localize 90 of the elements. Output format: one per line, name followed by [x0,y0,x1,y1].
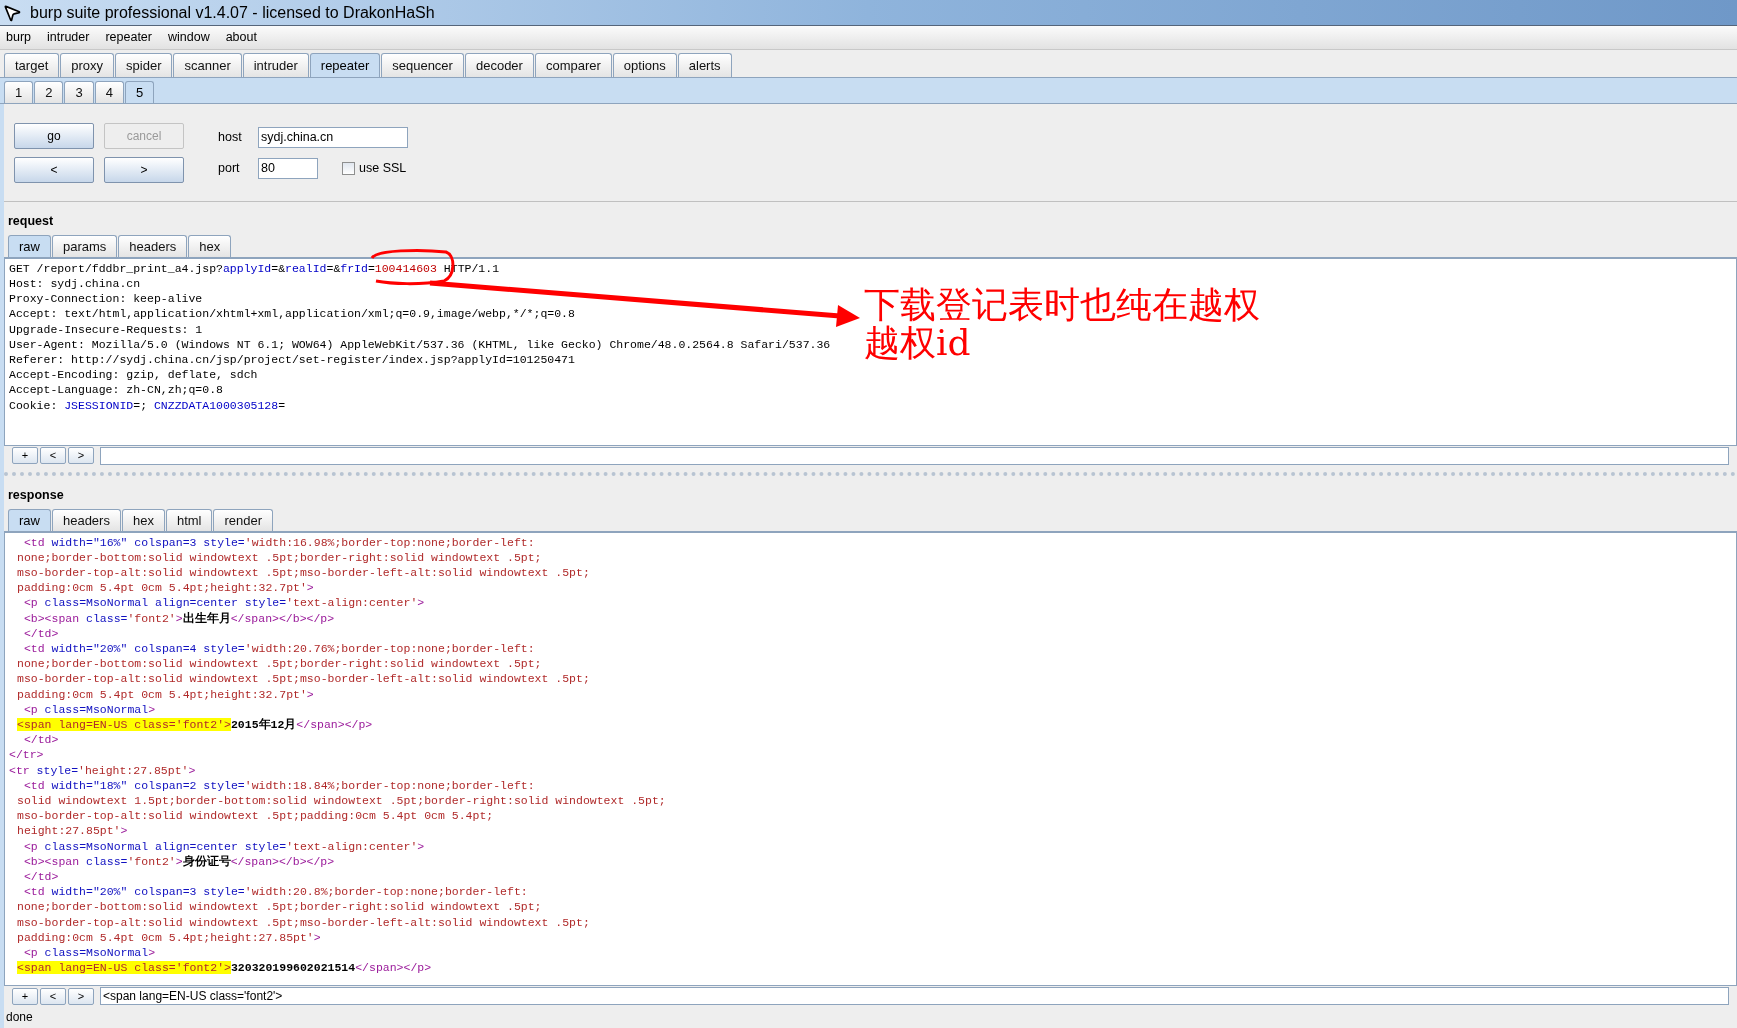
tab[interactable]: alerts [677,53,732,77]
tab[interactable]: 4 [94,81,124,103]
tab[interactable]: headers [51,508,121,531]
code-line: none;border-bottom:solid windowtext .5pt;border-right:solid windowtext .5pt; [16,899,542,915]
tab[interactable]: raw [8,508,51,531]
code-line: <td width="18%" colspan=2 style='width:18.84%;border-top:none;border-left: [22,777,535,793]
code-line: <b><span class='font2'>身份证号</span></b></p> [22,853,335,869]
tab[interactable]: scanner [173,53,242,77]
code-line: mso-border-top-alt:solid windowtext .5pt;mso-border-left-alt:solid windowtext .5pt; [16,671,590,687]
section-title: request [7,213,55,230]
code-line: <tr style='height:27.85pt'> [8,762,196,778]
code-line: Cookie: JSESSIONID=; CNZZDATA1000305128= [8,397,286,413]
code-line: <p class=MsoNormal align=center style='text-align:center'> [22,595,425,611]
port-label: port [218,159,241,177]
host-field[interactable]: sydj.china.cn [258,126,408,148]
action-button[interactable]: go [14,122,94,149]
code-line: height:27.85pt'> [16,823,128,839]
code-line: mso-border-top-alt:solid windowtext .5pt;mso-border-left-alt:solid windowtext .5pt; [16,564,590,581]
code-line: </td> [22,732,59,748]
search-field[interactable] [100,446,1729,465]
menu-item[interactable]: repeater [105,28,152,47]
editor-area[interactable] [4,257,1737,446]
tab[interactable]: comparer [534,53,612,77]
tab[interactable]: repeater [309,53,381,77]
code-line: Accept: text/html,application/xhtml+xml,application/xml;q=0.9,image/webp,*/*;q=0.8 [8,306,575,322]
tab[interactable]: 5 [124,81,155,103]
tab[interactable]: headers [118,234,188,257]
window-title: burp suite professional v1.4.07 - licensed to DrakonHaSh [30,2,435,23]
search-nav-button[interactable]: < [40,447,66,465]
code-line: <p class=MsoNormal> [22,945,156,961]
tab[interactable]: 1 [4,81,34,103]
tab[interactable]: hex [121,508,165,531]
status-text: done [5,1009,34,1026]
tab[interactable]: params [51,234,118,257]
search-nav-button[interactable]: < [40,987,66,1005]
code-line: Referer: http://sydj.china.cn/jsp/project/set-register/index.jsp?applyId=101250471 [8,351,575,368]
tab[interactable]: 3 [64,81,94,103]
annotation-text: 下载登记表时也纯在越权 越权id [864,286,1260,362]
tab[interactable]: html [165,508,213,531]
code-line: <p class=MsoNormal> [22,701,156,717]
host-label: host [218,128,243,146]
tab[interactable]: 2 [34,81,64,103]
action-button[interactable]: < [14,156,94,183]
search-nav-button[interactable]: > [68,987,94,1005]
action-button[interactable]: > [104,156,184,183]
code-line: Upgrade-Insecure-Requests: 1 [8,321,203,337]
tab[interactable]: target [4,53,60,77]
code-line: padding:0cm 5.4pt 0cm 5.4pt;height:27.85pt'> [16,929,321,945]
code-line: padding:0cm 5.4pt 0cm 5.4pt;height:32.7pt'> [16,686,314,702]
checkbox-label: use SSL [359,159,407,177]
search-nav-button[interactable]: + [12,447,38,465]
tab[interactable]: decoder [464,53,534,77]
tab[interactable]: raw [8,234,51,257]
menu-item[interactable]: about [225,28,257,47]
code-line: <p class=MsoNormal align=center style='text-align:center'> [22,838,425,854]
code-line: none;border-bottom:solid windowtext .5pt;border-right:solid windowtext .5pt; [16,656,542,672]
tab[interactable]: sequencer [381,53,464,77]
menu-item[interactable]: window [168,28,210,47]
code-line: <b><span class='font2'>出生年月</span></b></p> [22,610,335,626]
code-line: mso-border-top-alt:solid windowtext .5pt;mso-border-left-alt:solid windowtext .5pt; [16,914,590,930]
code-line: </td> [22,625,59,641]
code-line: Accept-Encoding: gzip, deflate, sdch [8,367,258,383]
tab[interactable]: intruder [242,53,309,77]
search-nav-button[interactable]: > [68,447,94,465]
code-line: <td width="20%" colspan=3 style='width:20.8%;border-top:none;border-left: [22,884,528,900]
tab[interactable]: options [612,53,677,77]
code-line: <td width="20%" colspan=4 style='width:20.76%;border-top:none;border-left: [22,640,535,657]
menu-item[interactable]: burp [6,28,32,47]
editor-area[interactable] [4,531,1737,986]
port-field[interactable]: 80 [258,157,318,179]
code-line: </tr> [8,747,44,763]
tab[interactable]: spider [115,53,173,77]
code-line: padding:0cm 5.4pt 0cm 5.4pt;height:32.7pt'> [16,580,314,596]
section-title: response [7,486,65,504]
code-line: <td width="16%" colspan=3 style='width:16.98%;border-top:none;border-left: [22,534,535,550]
search-field[interactable]: <span lang=EN-US class='font2'> [100,987,1729,1005]
code-line: Proxy-Connection: keep-alive [8,291,203,307]
code-line: Accept-Language: zh-CN,zh;q=0.8 [8,382,223,398]
search-nav-button[interactable]: + [12,987,38,1005]
checkbox[interactable] [342,161,355,175]
tab[interactable]: hex [188,234,232,257]
tab[interactable]: proxy [60,53,115,77]
code-line: Host: sydj.china.cn [8,275,141,292]
menu-item[interactable]: intruder [47,28,90,47]
tab[interactable]: render [213,508,274,531]
code-line: User-Agent: Mozilla/5.0 (Windows NT 6.1; WOW64) AppleWebKit/537.36 (KHTML, like Gecko) Chrome/48.0.2564.8 Safari/537.36 [8,336,831,352]
code-line: none;border-bottom:solid windowtext .5pt;border-right:solid windowtext .5pt; [16,549,542,565]
code-line: </td> [22,868,59,885]
code-line: mso-border-top-alt:solid windowtext .5pt;padding:0cm 5.4pt 0cm 5.4pt; [16,808,494,824]
code-line: solid windowtext 1.5pt;border-bottom:solid windowtext .5pt;border-right:solid windowtext .5pt; [16,792,666,809]
